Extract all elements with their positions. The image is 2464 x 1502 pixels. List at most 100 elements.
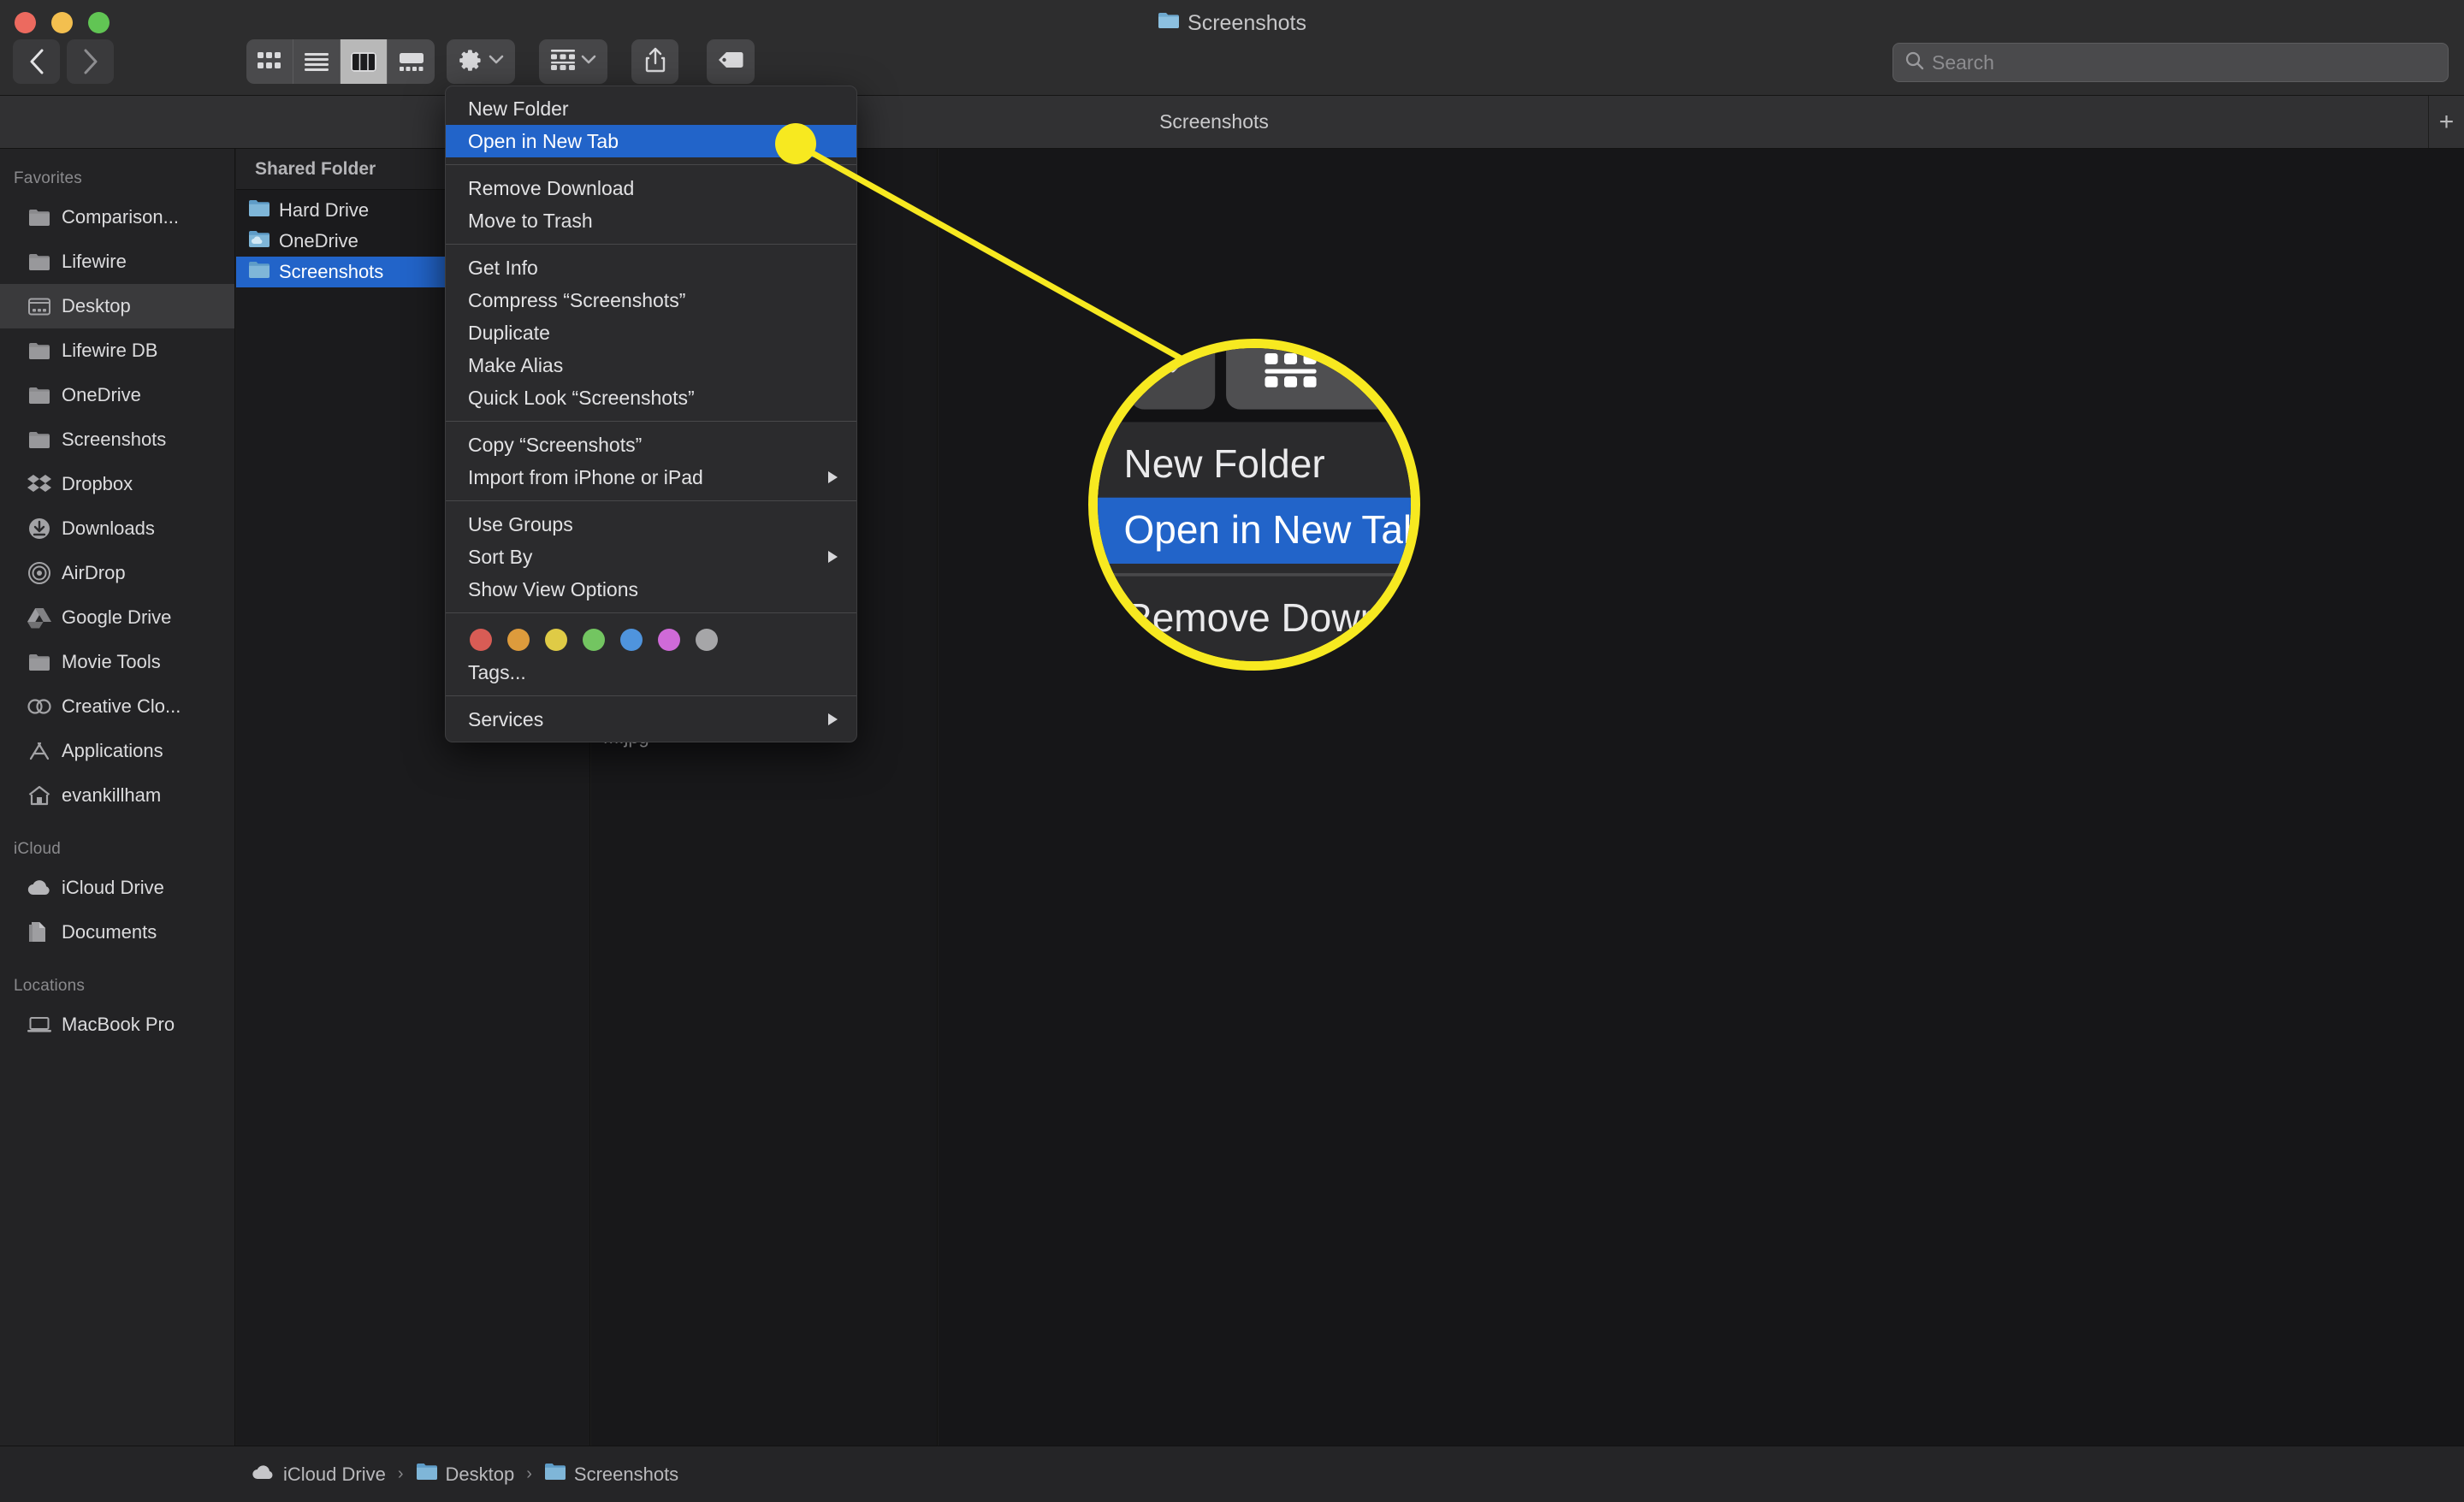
documents-icon	[27, 920, 51, 944]
sidebar-item-label: Lifewire	[62, 251, 127, 272]
sidebar-item-label: iCloud Drive	[62, 877, 164, 898]
list-item-label: OneDrive	[279, 230, 358, 251]
forward-button[interactable]	[67, 39, 114, 84]
dropbox-icon	[27, 472, 51, 496]
magnified-group-button[interactable]	[1226, 348, 1396, 410]
sidebar-item-icloud-drive[interactable]: iCloud Drive	[0, 866, 234, 910]
submenu-arrow-icon	[828, 471, 838, 483]
folder-icon	[27, 428, 51, 452]
tab-screenshots[interactable]: Screenshots	[0, 96, 2428, 148]
menu-item-use-groups[interactable]: Use Groups	[446, 508, 856, 541]
tag-color-green[interactable]	[583, 629, 605, 651]
sidebar-item-label: Google Drive	[62, 606, 172, 628]
sidebar-item-desktop[interactable]: Desktop	[0, 284, 234, 328]
menu-item-new-folder[interactable]: New Folder	[446, 92, 856, 125]
share-button[interactable]	[631, 39, 678, 84]
sidebar-header-locations: Locations	[14, 977, 86, 995]
group-icon	[1263, 348, 1317, 394]
sidebar-item-lifewire[interactable]: Lifewire	[0, 239, 234, 284]
titlebar: Screenshots Search	[0, 0, 2464, 96]
breadcrumb-separator: ›	[397, 1464, 404, 1483]
action-menu-button[interactable]	[447, 39, 515, 84]
sidebar-item-lifewire-db[interactable]: Lifewire DB	[0, 328, 234, 373]
back-button[interactable]	[13, 39, 60, 84]
breadcrumb-icloud-drive[interactable]: iCloud Drive	[252, 1464, 386, 1486]
menu-separator	[446, 612, 856, 613]
folder-icon	[27, 650, 51, 674]
sidebar-item-comparison[interactable]: Comparison...	[0, 195, 234, 239]
breadcrumb-label: Desktop	[445, 1463, 515, 1485]
sidebar-item-label: Comparison...	[62, 206, 179, 228]
window-title-text: Screenshots	[1188, 10, 1306, 35]
laptop-icon	[27, 1013, 51, 1037]
magnified-menu-item-new-folder[interactable]: New Folder	[1098, 431, 1411, 497]
sidebar-item-onedrive[interactable]: OneDrive	[0, 373, 234, 417]
sidebar-item-airdrop[interactable]: AirDrop	[0, 551, 234, 595]
menu-item-get-info[interactable]: Get Info	[446, 251, 856, 284]
tag-color-purple[interactable]	[658, 629, 680, 651]
sidebar-item-dropbox[interactable]: Dropbox	[0, 462, 234, 506]
tag-color-gray[interactable]	[696, 629, 718, 651]
callout-marker-dot	[775, 123, 816, 164]
menu-item-show-view-options[interactable]: Show View Options	[446, 573, 856, 606]
magnified-menu-item-open-in-new-tab[interactable]: Open in New Tab	[1098, 497, 1411, 564]
sidebar-item-label: evankillham	[62, 784, 162, 806]
sidebar-item-label: MacBook Pro	[62, 1014, 175, 1035]
menu-separator	[446, 164, 856, 165]
breadcrumb-screenshots[interactable]: Screenshots	[544, 1463, 678, 1486]
menu-item-compress[interactable]: Compress “Screenshots”	[446, 284, 856, 316]
icon-view-button[interactable]	[246, 39, 293, 84]
menu-item-remove-download[interactable]: Remove Download	[446, 172, 856, 204]
menu-item-import-from-iphone[interactable]: Import from iPhone or iPad	[446, 461, 856, 494]
window-title: Screenshots	[0, 7, 2464, 39]
cloud-icon	[252, 1464, 275, 1486]
tag-color-orange[interactable]	[507, 629, 530, 651]
folder-icon	[416, 1463, 438, 1486]
folder-icon	[248, 199, 270, 222]
menu-item-make-alias[interactable]: Make Alias	[446, 349, 856, 381]
sidebar-item-label: Desktop	[62, 295, 131, 316]
sidebar-item-creative-cloud[interactable]: Creative Clo...	[0, 684, 234, 729]
sidebar-item-label: Movie Tools	[62, 651, 161, 672]
menu-item-tags[interactable]: Tags...	[446, 656, 856, 689]
sidebar-item-macbook-pro[interactable]: MacBook Pro	[0, 1002, 234, 1047]
gallery-view-button[interactable]	[388, 39, 435, 84]
folder-icon	[544, 1463, 566, 1486]
column-view-button[interactable]	[341, 39, 388, 84]
menu-item-quick-look[interactable]: Quick Look “Screenshots”	[446, 381, 856, 414]
breadcrumb: iCloud Drive › Desktop › Screenshots	[0, 1446, 2464, 1502]
sidebar: Favorites Comparison... Lifewire Desktop…	[0, 149, 235, 1446]
desktop-icon	[27, 294, 51, 318]
search-field[interactable]: Search	[1892, 43, 2449, 82]
folder-icon	[27, 205, 51, 229]
tag-color-red[interactable]	[470, 629, 492, 651]
sidebar-item-home[interactable]: evankillham	[0, 773, 234, 818]
menu-item-duplicate[interactable]: Duplicate	[446, 316, 856, 349]
tag-color-blue[interactable]	[620, 629, 643, 651]
sidebar-item-documents[interactable]: Documents	[0, 910, 234, 955]
tag-color-yellow[interactable]	[545, 629, 567, 651]
group-menu-button[interactable]	[539, 39, 607, 84]
magnified-menu-item-remove-download[interactable]: Remove Downloa	[1098, 586, 1411, 652]
sidebar-item-label: AirDrop	[62, 562, 126, 583]
new-tab-button[interactable]: +	[2428, 96, 2464, 148]
sidebar-item-applications[interactable]: Applications	[0, 729, 234, 773]
sidebar-item-screenshots[interactable]: Screenshots	[0, 417, 234, 462]
airdrop-icon	[27, 561, 51, 585]
sidebar-item-downloads[interactable]: Downloads	[0, 506, 234, 551]
menu-item-services[interactable]: Services	[446, 703, 856, 736]
list-item-label: Screenshots	[279, 261, 384, 282]
menu-item-move-to-trash[interactable]: Move to Trash	[446, 204, 856, 237]
sidebar-item-google-drive[interactable]: Google Drive	[0, 595, 234, 640]
magnified-gear-button[interactable]	[1129, 348, 1216, 410]
breadcrumb-desktop[interactable]: Desktop	[416, 1463, 515, 1486]
menu-separator	[446, 421, 856, 422]
gear-icon	[459, 48, 483, 76]
sidebar-item-movie-tools[interactable]: Movie Tools	[0, 640, 234, 684]
list-view-button[interactable]	[293, 39, 341, 84]
tags-button[interactable]	[707, 39, 755, 84]
menu-item-sort-by[interactable]: Sort By	[446, 541, 856, 573]
menu-item-copy[interactable]: Copy “Screenshots”	[446, 429, 856, 461]
magnifier-callout: New Folder Open in New Tab Remove Downlo…	[1088, 339, 1420, 671]
magnified-toolbar	[1129, 348, 1411, 410]
